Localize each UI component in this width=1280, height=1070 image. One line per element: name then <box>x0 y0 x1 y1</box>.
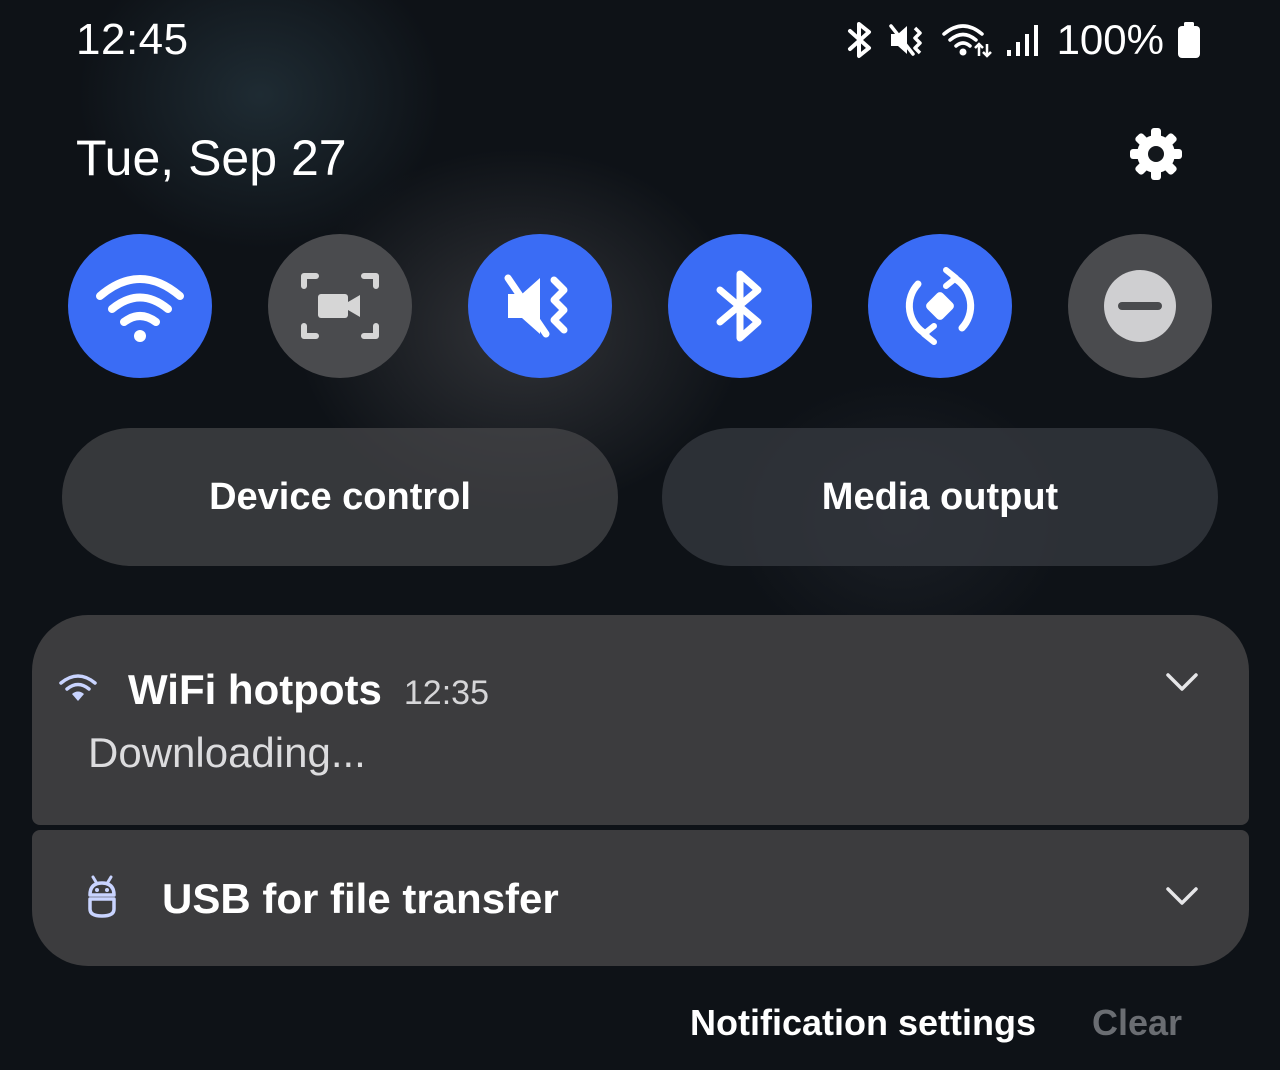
chevron-down-icon <box>1165 886 1199 911</box>
media-output-label: Media output <box>821 475 1059 518</box>
minus-circle-icon <box>1103 269 1177 343</box>
wifi-icon <box>94 266 186 346</box>
media-output-button[interactable]: Media output <box>662 428 1218 566</box>
signal-icon <box>1005 20 1041 60</box>
screen-record-icon <box>300 270 380 342</box>
date-label: Tue, Sep 27 <box>76 130 347 186</box>
device-control-button[interactable]: Device control <box>62 428 618 566</box>
device-control-label: Device control <box>209 475 471 518</box>
notification-body: Downloading... <box>88 729 366 776</box>
qs-do-not-disturb-toggle[interactable] <box>1068 234 1212 378</box>
rotate-icon <box>898 264 982 348</box>
notification-title: WiFi hotpots <box>128 666 382 713</box>
qs-auto-rotate-toggle[interactable] <box>868 234 1012 378</box>
qs-bluetooth-toggle[interactable] <box>668 234 812 378</box>
gear-icon <box>1129 127 1183 186</box>
expand-button[interactable] <box>1158 874 1206 922</box>
chevron-down-icon <box>1165 672 1199 697</box>
qs-mute-toggle[interactable] <box>468 234 612 378</box>
notification-time: 12:35 <box>403 673 489 712</box>
status-bar: 12:45 100% <box>0 0 1280 80</box>
vibrate-mute-icon <box>887 20 929 60</box>
quick-settings <box>0 234 1280 378</box>
vibrate-mute-icon <box>500 266 580 346</box>
notification-card-wifi-hotpots[interactable] <box>32 615 1249 825</box>
qs-screen-recorder-toggle[interactable] <box>268 234 412 378</box>
notification-settings-button[interactable]: Notification settings <box>690 998 1036 1048</box>
battery-percent: 100% <box>1056 16 1164 63</box>
notification-header: WiFi hotpots 12:35 <box>58 662 489 718</box>
battery-icon <box>1176 20 1202 60</box>
bluetooth-icon <box>708 266 772 346</box>
qs-wifi-toggle[interactable] <box>68 234 212 378</box>
android-usb-icon <box>84 875 120 924</box>
usb-notification-header: USB for file transfer <box>84 870 559 928</box>
settings-button[interactable] <box>1124 124 1188 188</box>
clear-button[interactable]: Clear <box>1092 998 1182 1048</box>
expand-button[interactable] <box>1158 660 1206 708</box>
wifi-data-icon <box>941 20 993 60</box>
wifi-icon <box>58 672 98 709</box>
bluetooth-icon <box>845 20 875 60</box>
notification-title: USB for file transfer <box>162 875 559 922</box>
status-icons: 100% <box>845 14 1202 66</box>
status-clock: 12:45 <box>76 15 189 64</box>
